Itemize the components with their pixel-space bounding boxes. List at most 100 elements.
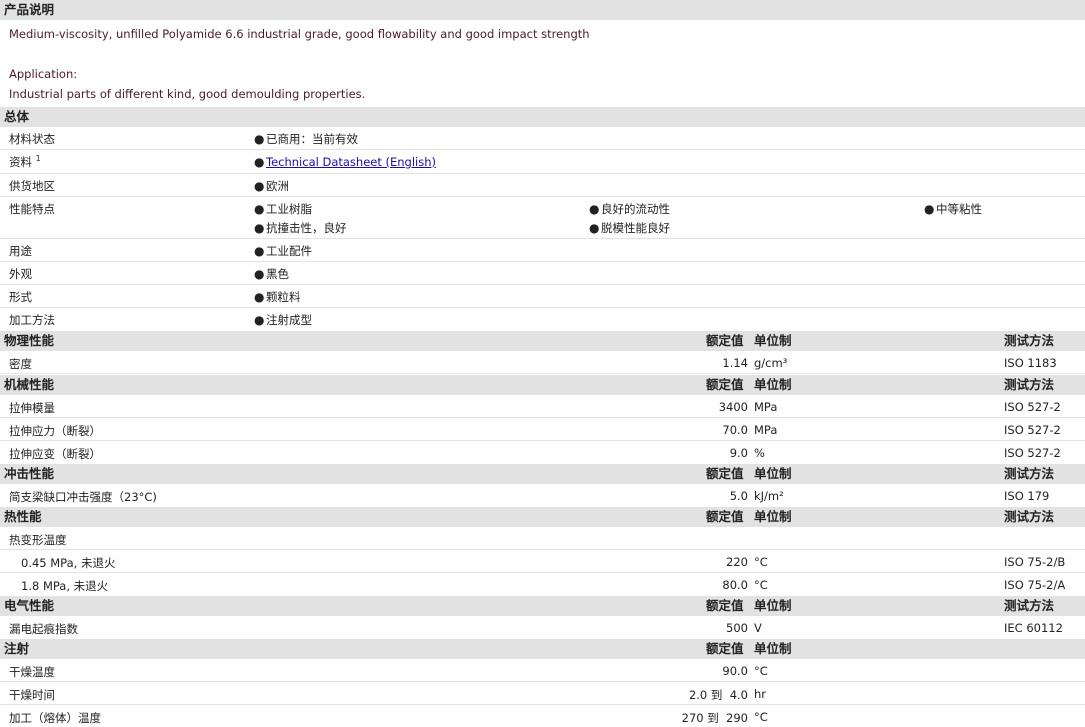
nominal-header: 额定值 (706, 466, 744, 481)
section-title: 电气性能 (4, 598, 55, 613)
supply-region-value: 欧洲 (266, 179, 289, 193)
property-label: 拉伸应力（断裂） (9, 424, 101, 438)
nominal-header: 额定值 (706, 509, 744, 524)
property-value: 90.0 (722, 664, 748, 678)
section-title: 总体 (4, 109, 30, 124)
property-unit: V (754, 621, 762, 635)
row-material-status: 材料状态 ● 已商用：当前有效 (0, 127, 1085, 150)
property-unit: °C (754, 555, 768, 569)
application-text: Industrial parts of different kind, good… (9, 87, 366, 101)
property-row: 拉伸应变（断裂） 9.0 % ISO 527-2 (0, 441, 1085, 463)
section-impact: 冲击性能 额定值 单位制 测试方法 (0, 463, 1085, 484)
unit-header: 单位制 (754, 598, 792, 613)
processing-method-value: 注射成型 (266, 313, 312, 327)
property-method: ISO 179 (1004, 489, 1050, 503)
property-unit: °C (754, 664, 768, 678)
application-label: Application: (9, 67, 78, 81)
description-block: Medium-viscosity, unfilled Polyamide 6.6… (0, 20, 1085, 106)
property-label: 漏电起痕指数 (9, 622, 78, 636)
feature-item: 中等粘性 (936, 202, 982, 216)
section-injection: 注射 额定值 单位制 (0, 638, 1085, 659)
property-unit: % (754, 446, 765, 460)
unit-header: 单位制 (754, 641, 792, 656)
property-label: 1.8 MPa, 未退火 (21, 579, 109, 593)
property-value: 5.0 (729, 489, 748, 503)
material-status-value: 已商用：当前有效 (266, 132, 358, 146)
nominal-header: 额定值 (706, 333, 744, 348)
row-label: 资料 (9, 155, 32, 169)
row-uses: 用途 ● 工业配件 (0, 239, 1085, 262)
method-header: 测试方法 (1004, 509, 1055, 524)
property-row: 1.8 MPa, 未退火 80.0 °C ISO 75-2/A (0, 573, 1085, 595)
appearance-value: 黑色 (266, 267, 289, 281)
row-label: 用途 (9, 244, 32, 258)
method-header: 测试方法 (1004, 333, 1055, 348)
section-electrical: 电气性能 额定值 单位制 测试方法 (0, 595, 1085, 616)
row-features: 性能特点 ● 工业树脂 ● 良好的流动性 ● 中等粘性 ● 抗撞击性，良好 ● 脱模性能良… (0, 197, 1085, 239)
property-value: 270 到 290 (681, 711, 748, 725)
property-label: 干燥时间 (9, 688, 55, 702)
feature-item: 抗撞击性，良好 (266, 221, 347, 235)
property-label: 干燥温度 (9, 665, 55, 679)
nominal-header: 额定值 (706, 641, 744, 656)
property-value: 1.14 (722, 356, 748, 370)
technical-datasheet-link[interactable]: Technical Datasheet (English) (266, 155, 436, 169)
section-physical: 物理性能 额定值 单位制 测试方法 (0, 330, 1085, 351)
row-appearance: 外观 ● 黑色 (0, 262, 1085, 285)
section-product-description: 产品说明 (0, 0, 1085, 20)
row-label: 外观 (9, 267, 32, 281)
row-label: 供货地区 (9, 179, 55, 193)
property-label: 拉伸应变（断裂） (9, 447, 101, 461)
property-row: 拉伸模量 3400 MPa ISO 527-2 (0, 395, 1085, 418)
row-label: 形式 (9, 290, 32, 304)
property-row: 干燥温度 90.0 °C (0, 659, 1085, 682)
property-value: 9.0 (729, 446, 748, 460)
form-value: 颗粒料 (266, 290, 301, 304)
property-label: 热变形温度 (9, 533, 67, 547)
property-row: 漏电起痕指数 500 V IEC 60112 (0, 616, 1085, 638)
row-form: 形式 ● 颗粒料 (0, 285, 1085, 308)
row-supply-region: 供货地区 ● 欧洲 (0, 174, 1085, 197)
nominal-header: 额定值 (706, 598, 744, 613)
property-method: ISO 527-2 (1004, 423, 1061, 437)
row-label: 加工方法 (9, 313, 55, 327)
feature-item: 良好的流动性 (601, 202, 670, 216)
property-method: ISO 75-2/A (1004, 578, 1066, 592)
section-general: 总体 (0, 106, 1085, 127)
property-value: 70.0 (722, 423, 748, 437)
property-label: 加工（熔体）温度 (9, 711, 101, 725)
property-unit: hr (754, 687, 767, 701)
property-method: IEC 60112 (1004, 621, 1063, 635)
property-method: ISO 1183 (1004, 356, 1057, 370)
feature-item: 工业树脂 (266, 202, 312, 216)
section-title: 热性能 (4, 509, 42, 524)
section-title: 物理性能 (4, 333, 55, 348)
uses-value: 工业配件 (266, 244, 312, 258)
property-row: 热变形温度 (0, 527, 1085, 550)
section-title: 冲击性能 (4, 466, 55, 481)
property-unit: g/cm³ (754, 356, 788, 370)
property-row: 干燥时间 2.0 到 4.0 hr (0, 682, 1085, 705)
unit-header: 单位制 (754, 466, 792, 481)
property-row: 密度 1.14 g/cm³ ISO 1183 (0, 351, 1085, 374)
method-header: 测试方法 (1004, 377, 1055, 392)
method-header: 测试方法 (1004, 598, 1055, 613)
row-processing-method: 加工方法 ● 注射成型 (9, 313, 312, 327)
section-title: 机械性能 (4, 377, 55, 392)
row-documents: 资料 1 ● Technical Datasheet (English) (0, 150, 1085, 174)
property-method: ISO 527-2 (1004, 446, 1061, 460)
section-mechanical: 机械性能 额定值 单位制 测试方法 (0, 374, 1085, 395)
method-header: 测试方法 (1004, 466, 1055, 481)
unit-header: 单位制 (754, 377, 792, 392)
property-value: 80.0 (722, 578, 748, 592)
property-unit: kJ/m² (754, 489, 784, 503)
unit-header: 单位制 (754, 509, 792, 524)
property-label: 0.45 MPa, 未退火 (21, 556, 116, 570)
property-label: 简支梁缺口冲击强度（23°C) (9, 490, 157, 504)
property-label: 密度 (9, 357, 32, 371)
section-title: 产品说明 (4, 2, 55, 17)
property-unit: °C (754, 578, 768, 592)
property-row: 拉伸应力（断裂） 70.0 MPa ISO 527-2 (0, 418, 1085, 441)
row-label: 性能特点 (9, 202, 55, 216)
property-label: 拉伸模量 (9, 401, 55, 415)
